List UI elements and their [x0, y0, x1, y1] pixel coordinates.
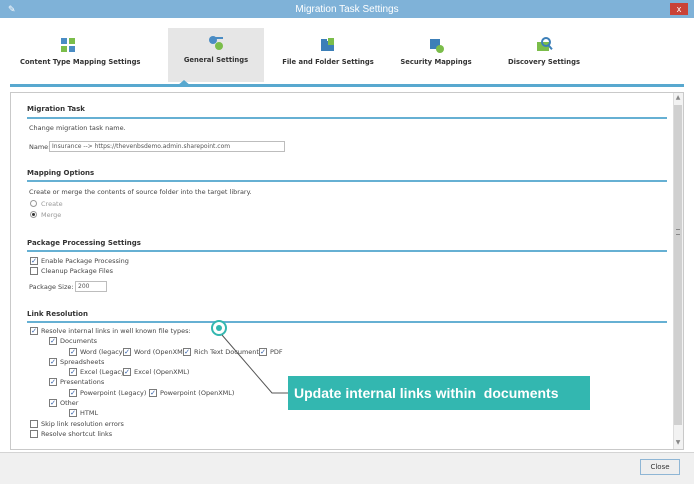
merge-radio-label: Merge [41, 211, 62, 219]
section-divider [27, 117, 667, 119]
tab-discovery-settings[interactable]: Discovery Settings [496, 30, 592, 78]
general-settings-icon [209, 36, 223, 50]
tab-content-type-mapping[interactable]: Content Type Mapping Settings [20, 30, 141, 78]
resolve-shortcut-links-checkbox[interactable] [30, 430, 38, 438]
tab-label: Discovery Settings [508, 58, 580, 66]
word-openxml-checkbox[interactable]: ✓ [123, 348, 131, 356]
dialog-footer: Close [0, 452, 694, 484]
word-legacy-label: Word (legacy) [80, 348, 126, 356]
spreadsheets-checkbox[interactable]: ✓ [49, 358, 57, 366]
section-title-mapping-options: Mapping Options [27, 169, 95, 177]
skip-link-resolution-errors-label: Skip link resolution errors [41, 420, 124, 428]
scroll-up-arrow-icon[interactable]: ▲ [674, 94, 682, 102]
package-size-label: Package Size: [29, 283, 74, 291]
section-title-package-processing: Package Processing Settings [27, 239, 141, 247]
other-checkbox[interactable]: ✓ [49, 399, 57, 407]
ribbon-divider [10, 84, 684, 87]
task-name-input[interactable]: Insurance --> https://thevenbsdemo.admin… [49, 141, 285, 152]
excel-openxml-checkbox[interactable]: ✓ [123, 368, 131, 376]
tab-label: File and Folder Settings [282, 58, 374, 66]
tab-label: Content Type Mapping Settings [20, 58, 141, 66]
word-legacy-checkbox[interactable]: ✓ [69, 348, 77, 356]
name-label: Name: [29, 143, 51, 151]
resolve-shortcut-links-label: Resolve shortcut links [41, 430, 113, 438]
excel-legacy-checkbox[interactable]: ✓ [69, 368, 77, 376]
powerpoint-openxml-checkbox[interactable]: ✓ [149, 389, 157, 397]
content-type-mapping-icon [61, 38, 75, 52]
html-checkbox[interactable]: ✓ [69, 409, 77, 417]
word-openxml-label: Word (OpenXML) [134, 348, 189, 356]
window-close-button[interactable]: x [670, 3, 688, 15]
documents-label: Documents [60, 337, 98, 345]
window-title: Migration Task Settings [295, 3, 399, 15]
security-mappings-icon [430, 39, 444, 53]
pdf-label: PDF [270, 348, 283, 356]
app-icon: ✎ [8, 4, 16, 14]
section-title-migration-task: Migration Task [27, 105, 85, 113]
cleanup-package-files-label: Cleanup Package Files [41, 267, 114, 275]
resolve-internal-links-label: Resolve internal links in well known fil… [41, 327, 191, 335]
other-label: Other [60, 399, 79, 407]
scroll-down-arrow-icon[interactable]: ▼ [674, 439, 682, 447]
discovery-settings-icon [537, 37, 553, 51]
section-title-link-resolution: Link Resolution [27, 310, 88, 318]
powerpoint-legacy-label: Powerpoint (Legacy) [80, 389, 147, 397]
presentations-checkbox[interactable]: ✓ [49, 378, 57, 386]
close-button[interactable]: Close [640, 459, 680, 475]
enable-package-processing-label: Enable Package Processing [41, 257, 129, 265]
excel-openxml-label: Excel (OpenXML) [134, 368, 190, 376]
excel-legacy-label: Excel (Legacy) [80, 368, 128, 376]
create-radio-label: Create [41, 200, 63, 208]
tab-label: Security Mappings [400, 58, 472, 66]
cleanup-package-files-checkbox[interactable] [30, 267, 38, 275]
settings-ribbon: Content Type Mapping Settings General Se… [10, 22, 684, 84]
presentations-label: Presentations [60, 378, 105, 386]
tab-label: General Settings [183, 56, 249, 64]
skip-link-resolution-errors-checkbox[interactable] [30, 420, 38, 428]
html-label: HTML [80, 409, 99, 417]
create-radio[interactable] [30, 200, 37, 207]
section-divider [27, 321, 667, 323]
resolve-internal-links-checkbox[interactable]: ✓ [30, 327, 38, 335]
tab-general-settings[interactable]: General Settings [168, 28, 264, 82]
pdf-checkbox[interactable]: ✓ [259, 348, 267, 356]
powerpoint-openxml-label: Powerpoint (OpenXML) [160, 389, 235, 397]
spreadsheets-label: Spreadsheets [60, 358, 105, 366]
file-folder-icon [321, 38, 334, 51]
package-size-input[interactable]: 200 [75, 281, 107, 292]
callout-annotation: Update internal links within documents [288, 376, 590, 410]
rich-text-document-checkbox[interactable]: ✓ [183, 348, 191, 356]
section-divider [27, 250, 667, 252]
title-bar: ✎ Migration Task Settings x [0, 0, 694, 18]
migration-task-description: Change migration task name. [29, 124, 126, 132]
tab-file-folder-settings[interactable]: File and Folder Settings [280, 30, 376, 78]
active-tab-indicator [177, 80, 191, 86]
enable-package-processing-checkbox[interactable]: ✓ [30, 257, 38, 265]
tab-security-mappings[interactable]: Security Mappings [388, 30, 484, 78]
mapping-options-description: Create or merge the contents of source f… [29, 188, 252, 196]
vertical-scrollbar[interactable]: ▲ ▼ [673, 93, 683, 449]
rich-text-document-label: Rich Text Document [194, 348, 259, 356]
documents-checkbox[interactable]: ✓ [49, 337, 57, 345]
scrollbar-thumb[interactable] [674, 105, 682, 425]
scrollbar-grip-icon [676, 229, 680, 235]
merge-radio[interactable] [30, 211, 37, 218]
section-divider [27, 180, 667, 182]
powerpoint-legacy-checkbox[interactable]: ✓ [69, 389, 77, 397]
